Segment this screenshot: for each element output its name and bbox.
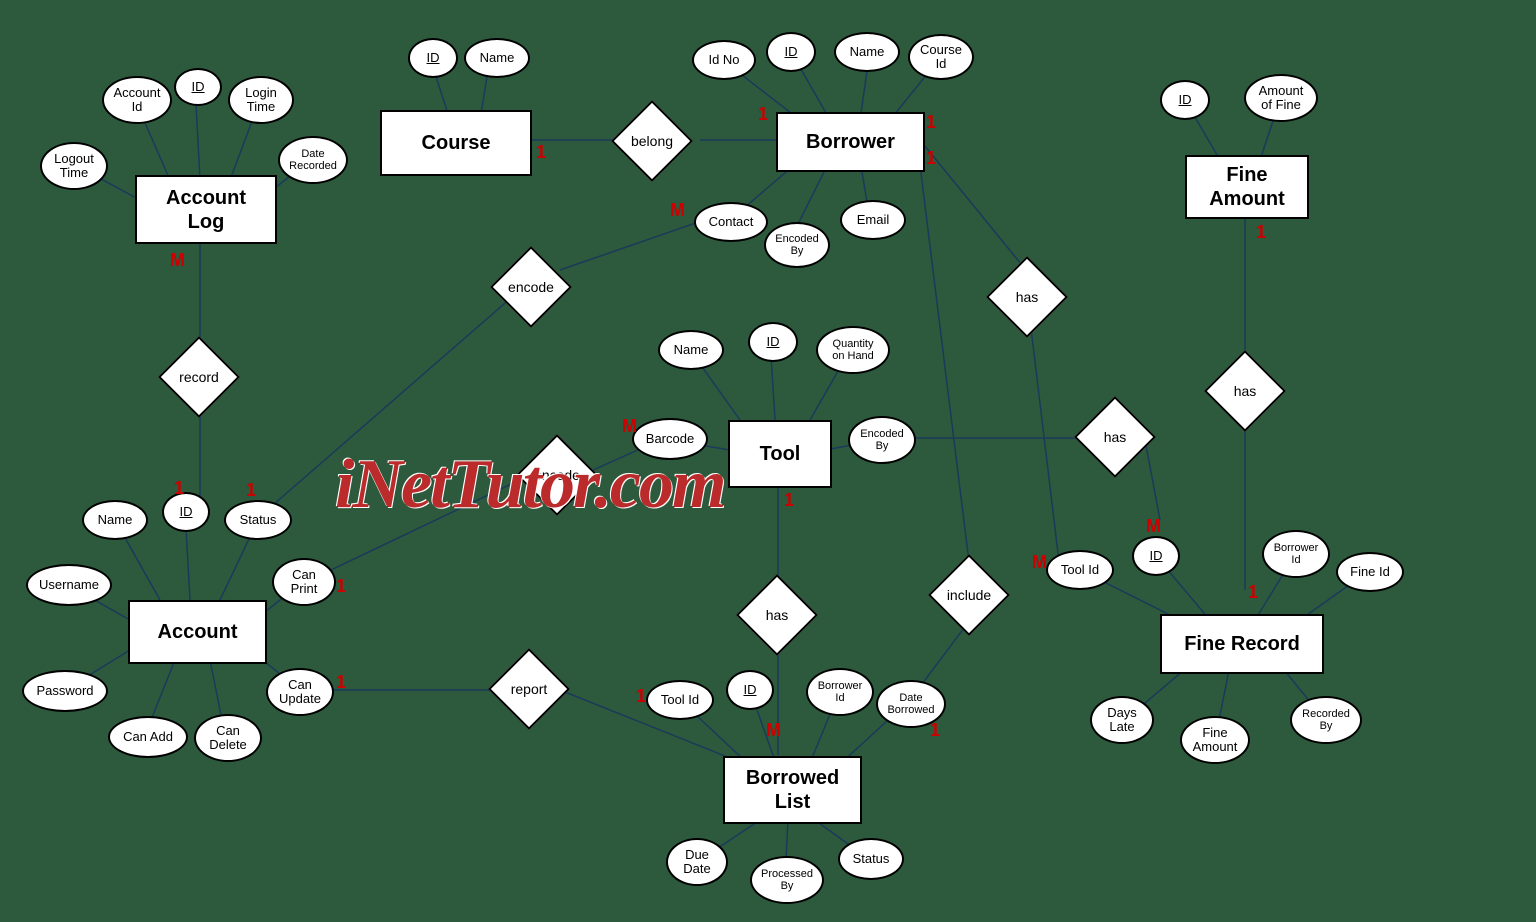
fine-amount-entity: Fine Amount: [1185, 155, 1309, 219]
watermark-text: iNetTutor.com: [335, 445, 724, 525]
borrower-id-attr: ID: [766, 32, 816, 72]
bl-id-attr: ID: [726, 670, 774, 710]
fineamount-id-attr: ID: [1160, 80, 1210, 120]
card-fr-has-m-left: M: [1032, 552, 1047, 573]
borrower-idno-attr: Id No: [692, 40, 756, 80]
card-account-canupdate: 1: [336, 672, 346, 693]
card-acclog-record: M: [170, 250, 185, 271]
tool-entity: Tool: [728, 420, 832, 488]
acclog-daterec-attr: Date Recorded: [278, 136, 348, 184]
card-tool-encode: M: [622, 416, 637, 437]
has-borrower-finerecord-relationship: has: [998, 268, 1056, 326]
card-account-encode-top: 1: [246, 480, 256, 501]
account-password-attr: Password: [22, 670, 108, 712]
fineamount-amount-attr: Amount of Fine: [1244, 74, 1318, 122]
course-id-attr: ID: [408, 38, 458, 78]
bl-processedby-attr: Processed By: [750, 856, 824, 904]
card-bl-tool: 1: [636, 686, 646, 707]
bl-duedate-attr: Due Date: [666, 838, 728, 886]
acclog-accountid-attr: Account Id: [102, 76, 172, 124]
bl-borrowerid-attr: Borrower Id: [806, 668, 874, 716]
account-status-attr: Status: [224, 500, 292, 540]
tool-encodedby-attr: Encoded By: [848, 416, 916, 464]
card-borrower-has-right: 1: [926, 112, 936, 133]
fine-record-entity: Fine Record: [1160, 614, 1324, 674]
account-candelete-attr: Can Delete: [194, 714, 262, 762]
account-name-attr: Name: [82, 500, 148, 540]
card-account-record: 1: [174, 478, 184, 499]
belong-relationship: belong: [623, 112, 681, 170]
card-bl-include: 1: [930, 720, 940, 741]
encode-borrower-relationship: encode: [502, 258, 560, 316]
fr-dayslate-attr: Days Late: [1090, 696, 1154, 744]
account-canupdate-attr: Can Update: [266, 668, 334, 716]
account-canadd-attr: Can Add: [108, 716, 188, 758]
account-id-attr: ID: [162, 492, 210, 532]
fr-fineid-attr: Fine Id: [1336, 552, 1404, 592]
bl-status-attr: Status: [838, 838, 904, 880]
tool-id-attr: ID: [748, 322, 798, 362]
borrower-courseid-attr: Course Id: [908, 34, 974, 80]
acclog-id-attr: ID: [174, 68, 222, 106]
card-tool-has-bl: 1: [784, 490, 794, 511]
report-relationship: report: [500, 660, 558, 718]
card-borrower-belong: 1: [758, 104, 768, 125]
fr-id-attr: ID: [1132, 536, 1180, 576]
card-fr-has-1: 1: [1248, 582, 1258, 603]
fr-fineamount-attr: Fine Amount: [1180, 716, 1250, 764]
card-bl-has: M: [766, 720, 781, 741]
acclog-logintime-attr: Login Time: [228, 76, 294, 124]
has-tool-finerecord-relationship: has: [1086, 408, 1144, 466]
fr-recordedby-attr: Recorded By: [1290, 696, 1362, 744]
account-canprint-attr: Can Print: [272, 558, 336, 606]
account-username-attr: Username: [26, 564, 112, 606]
card-borrower-encode: M: [670, 200, 685, 221]
has-fineamount-finerecord-relationship: has: [1216, 362, 1274, 420]
bl-toolid-attr: Tool Id: [646, 680, 714, 720]
card-fr-has-m-top: M: [1146, 516, 1161, 537]
fr-borrowerid-attr: Borrower Id: [1262, 530, 1330, 578]
course-entity: Course: [380, 110, 532, 176]
tool-name-attr: Name: [658, 330, 724, 370]
card-account-canprint: 1: [336, 576, 346, 597]
has-tool-borrowedlist-relationship: has: [748, 586, 806, 644]
borrower-name-attr: Name: [834, 32, 900, 72]
account-entity: Account: [128, 600, 267, 664]
course-name-attr: Name: [464, 38, 530, 78]
card-fa-has: 1: [1256, 222, 1266, 243]
card-course-belong: 1: [536, 142, 546, 163]
account-log-entity: Account Log: [135, 175, 277, 244]
acclog-logouttime-attr: Logout Time: [40, 142, 108, 190]
card-borrower-include: 1: [926, 148, 936, 169]
tool-qoh-attr: Quantity on Hand: [816, 326, 890, 374]
borrower-contact-attr: Contact: [694, 202, 768, 242]
include-relationship: include: [940, 566, 998, 624]
fr-toolid-attr: Tool Id: [1046, 550, 1114, 590]
record-relationship: record: [170, 348, 228, 406]
borrower-encodedby-attr: Encoded By: [764, 222, 830, 268]
borrower-email-attr: Email: [840, 200, 906, 240]
borrowed-list-entity: Borrowed List: [723, 756, 862, 824]
borrower-entity: Borrower: [776, 112, 925, 172]
